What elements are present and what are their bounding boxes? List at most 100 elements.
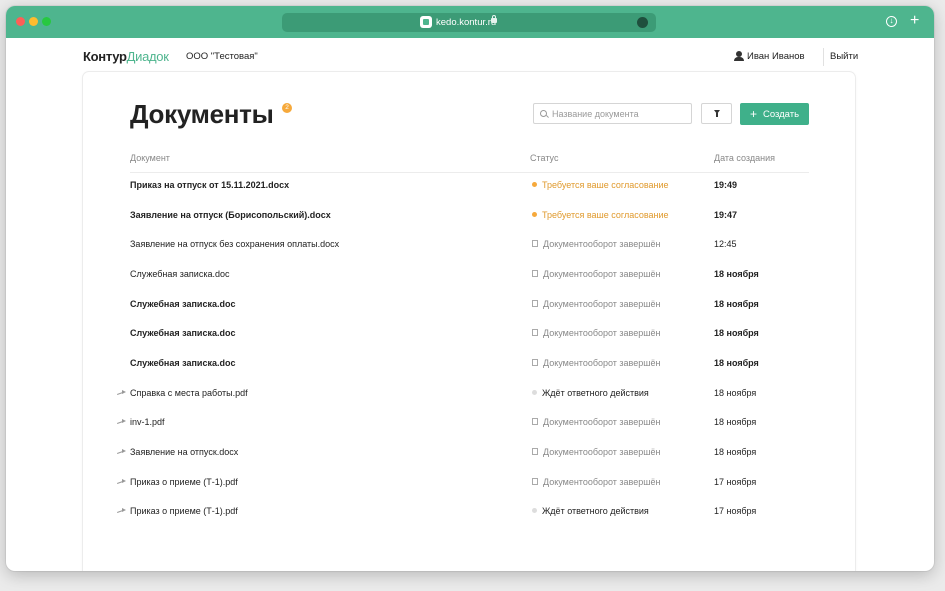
status-text: Требуется ваше согласование [542, 180, 669, 190]
table-row[interactable]: Служебная записка.doc Документооборот за… [83, 262, 855, 291]
table-row[interactable]: Заявление на отпуск.docx Документооборот… [83, 440, 855, 469]
forward-arrow-icon [117, 449, 127, 455]
document-name[interactable]: Справка с места работы.pdf [130, 388, 248, 398]
logo[interactable]: КонтурДиадок [83, 49, 169, 64]
column-header-document[interactable]: Документ [130, 153, 170, 163]
document-name[interactable]: Служебная записка.doc [130, 269, 229, 279]
url-text: kedo.kontur.ru [436, 17, 497, 28]
column-header-date[interactable]: Дата создания [714, 153, 775, 163]
document-name[interactable]: Приказ на отпуск от 15.11.2021.docx [130, 180, 289, 190]
archive-icon [532, 329, 538, 336]
status-text: Требуется ваше согласование [542, 210, 669, 220]
document-date: 18 ноября [714, 299, 759, 309]
status-text: Документооборот завершён [543, 239, 661, 249]
status-text: Ждёт ответного действия [542, 506, 649, 516]
table-row[interactable]: Приказ о приеме (Т-1).pdf Документооборо… [83, 470, 855, 499]
search-icon [540, 110, 547, 117]
document-name[interactable]: Служебная записка.doc [130, 358, 235, 368]
notification-badge: 2 [282, 103, 292, 113]
document-status: Документооборот завершён [532, 299, 660, 309]
table-row[interactable]: Служебная записка.doc Документооборот за… [83, 321, 855, 350]
forward-arrow-icon [117, 390, 127, 396]
create-label: Создать [762, 109, 800, 120]
forward-arrow-icon [117, 508, 127, 514]
status-text: Ждёт ответного действия [542, 388, 649, 398]
user-icon [734, 51, 744, 61]
table-row[interactable]: Служебная записка.doc Документооборот за… [83, 351, 855, 380]
document-date: 19:49 [714, 180, 738, 190]
document-name[interactable]: Приказ о приеме (Т-1).pdf [130, 477, 238, 487]
archive-icon [532, 270, 538, 277]
document-date: 18 ноября [714, 388, 757, 398]
archive-icon [532, 240, 538, 247]
column-header-status[interactable]: Статус [530, 153, 558, 163]
maximize-window-button[interactable] [42, 17, 51, 26]
document-date: 18 ноября [714, 358, 759, 368]
logout-link[interactable]: Выйти [830, 51, 858, 62]
status-text: Документооборот завершён [543, 299, 661, 309]
plus-icon: + [749, 107, 757, 121]
create-button[interactable]: + Создать [740, 103, 809, 125]
browser-window: kedo.kontur.ru ↓ + КонтурДиадок ООО "Тес… [6, 6, 934, 571]
address-bar[interactable]: kedo.kontur.ru [282, 13, 656, 32]
documents-card: Документы 2 + Создать Документ Статус Дат… [83, 72, 855, 571]
document-name[interactable]: Заявление на отпуск (Борисопольский).doc… [130, 210, 331, 220]
document-status: Документооборот завершён [532, 417, 660, 427]
table-row[interactable]: inv-1.pdf Документооборот завершён 18 но… [83, 410, 855, 439]
document-date: 18 ноября [714, 328, 759, 338]
table-row[interactable]: Служебная записка.doc Документооборот за… [83, 292, 855, 321]
document-date: 12:45 [714, 239, 737, 249]
header-divider [823, 48, 824, 66]
document-date: 17 ноября [714, 506, 757, 516]
document-name[interactable]: Служебная записка.doc [130, 328, 235, 338]
document-status: Документооборот завершён [532, 269, 660, 279]
document-date: 18 ноября [714, 417, 757, 427]
page-title: Документы [130, 99, 274, 129]
attention-dot-icon [532, 182, 537, 187]
download-icon[interactable]: ↓ [886, 16, 897, 27]
attention-dot-icon [532, 212, 537, 217]
status-text: Документооборот завершён [543, 477, 661, 487]
minimize-window-button[interactable] [29, 17, 38, 26]
document-status: Ждёт ответного действия [532, 506, 649, 516]
document-status: Документооборот завершён [532, 328, 660, 338]
document-date: 19:47 [714, 210, 738, 220]
document-status: Документооборот завершён [532, 477, 660, 487]
status-text: Документооборот завершён [543, 447, 661, 457]
filter-button[interactable] [701, 103, 732, 124]
reader-icon[interactable] [637, 17, 648, 28]
favicon-icon [420, 16, 432, 28]
document-date: 17 ноября [714, 477, 757, 487]
organization-name[interactable]: ООО "Тестовая" [186, 51, 258, 62]
document-name[interactable]: Заявление на отпуск без сохранения оплат… [130, 239, 339, 249]
search-input[interactable] [533, 103, 692, 124]
forward-arrow-icon [117, 419, 127, 425]
logo-diadoc: Диадок [126, 49, 169, 64]
new-tab-icon[interactable]: + [910, 11, 919, 31]
archive-icon [532, 448, 538, 455]
table-row[interactable]: Справка с места работы.pdf Ждёт ответног… [83, 381, 855, 410]
close-window-button[interactable] [16, 17, 25, 26]
document-status: Требуется ваше согласование [532, 180, 669, 190]
document-date: 18 ноября [714, 447, 757, 457]
document-name[interactable]: Заявление на отпуск.docx [130, 447, 238, 457]
table-row[interactable]: Приказ на отпуск от 15.11.2021.docx Треб… [83, 173, 855, 202]
document-status: Требуется ваше согласование [532, 210, 669, 220]
document-status: Документооборот завершён [532, 239, 660, 249]
table-row[interactable]: Заявление на отпуск без сохранения оплат… [83, 232, 855, 261]
lock-icon [491, 15, 497, 23]
document-name[interactable]: Приказ о приеме (Т-1).pdf [130, 506, 238, 516]
filter-icon [714, 110, 720, 117]
document-name[interactable]: Служебная записка.doc [130, 299, 235, 309]
user-menu[interactable]: Иван Иванов [734, 51, 805, 62]
archive-icon [532, 478, 538, 485]
table-row[interactable]: Приказ о приеме (Т-1).pdf Ждёт ответного… [83, 499, 855, 528]
table-row[interactable]: Заявление на отпуск (Борисопольский).doc… [83, 203, 855, 232]
forward-arrow-icon [117, 479, 127, 485]
document-status: Документооборот завершён [532, 447, 660, 457]
status-text: Документооборот завершён [543, 269, 661, 279]
document-status: Ждёт ответного действия [532, 388, 649, 398]
archive-icon [532, 418, 538, 425]
document-name[interactable]: inv-1.pdf [130, 417, 165, 427]
status-text: Документооборот завершён [543, 358, 661, 368]
